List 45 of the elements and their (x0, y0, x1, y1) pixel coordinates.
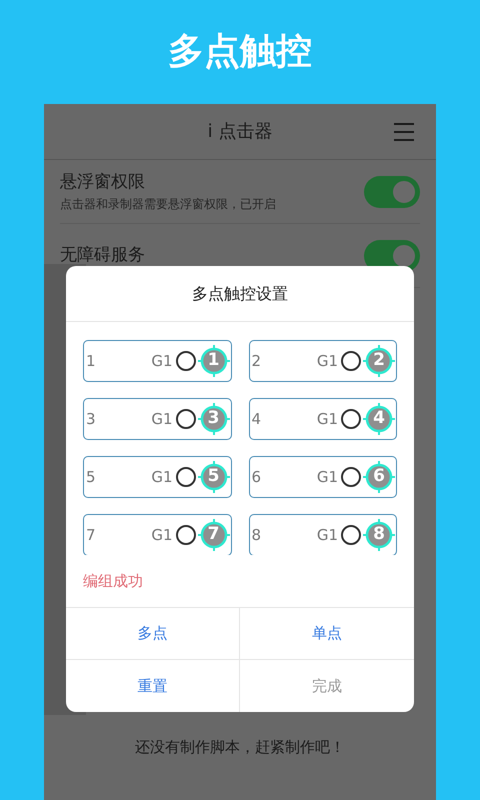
banner-title: 多点触控 (168, 30, 312, 74)
touch-point-card[interactable]: 3 G1 3 (83, 398, 232, 440)
group-label: G1 (316, 350, 338, 372)
setting-title: 无障碍服务 (60, 244, 145, 267)
point-index: 5 (86, 466, 97, 488)
group-label: G1 (316, 408, 338, 430)
setting-description: 点击器和录制器需要悬浮窗权限，已开启 (60, 196, 276, 214)
radio-button[interactable] (341, 351, 361, 371)
point-index: 7 (86, 524, 97, 546)
touch-point-card[interactable]: 6 G1 6 (248, 456, 397, 498)
radio-button[interactable] (176, 525, 196, 545)
radio-button[interactable] (341, 467, 361, 487)
toggle-switch[interactable] (364, 176, 420, 208)
dialog-button[interactable]: 多点 (66, 608, 240, 660)
group-label: G1 (151, 408, 172, 430)
touch-point-card[interactable]: 2 G1 2 (248, 340, 397, 382)
radio-button[interactable] (176, 409, 196, 429)
radio-button[interactable] (176, 467, 196, 487)
group-label: G1 (151, 466, 172, 488)
group-label: G1 (151, 524, 172, 546)
touch-point-card[interactable]: 5 G1 5 (83, 456, 232, 498)
radio-button[interactable] (176, 351, 196, 371)
group-label: G1 (316, 466, 338, 488)
touch-point-card[interactable]: 1 G1 1 (83, 340, 232, 382)
status-message: 编组成功 (83, 570, 143, 592)
radio-button[interactable] (341, 525, 361, 545)
app-title: i 点击器 (208, 120, 272, 144)
point-index: 3 (86, 408, 97, 430)
setting-title: 悬浮窗权限 (60, 170, 146, 194)
group-label: G1 (316, 524, 338, 546)
point-index: 8 (252, 524, 262, 546)
dialog-title: 多点触控设置 (192, 282, 288, 304)
touch-point-card[interactable]: 4 G1 4 (248, 398, 397, 440)
dialog-button[interactable]: 单点 (240, 608, 414, 660)
menu-icon[interactable] (394, 122, 414, 140)
point-index: 6 (252, 466, 262, 488)
touch-point-card[interactable]: 8 G1 8 (248, 514, 397, 555)
group-label: G1 (151, 350, 172, 372)
touch-point-card[interactable]: 7 G1 7 (83, 514, 232, 555)
point-index: 4 (252, 408, 262, 430)
point-index: 2 (252, 350, 262, 372)
empty-message: 还没有制作脚本，赶紧制作吧！ (134, 737, 346, 758)
point-index: 1 (86, 350, 97, 372)
dialog-button[interactable]: 重置 (66, 660, 240, 712)
radio-button[interactable] (341, 409, 361, 429)
